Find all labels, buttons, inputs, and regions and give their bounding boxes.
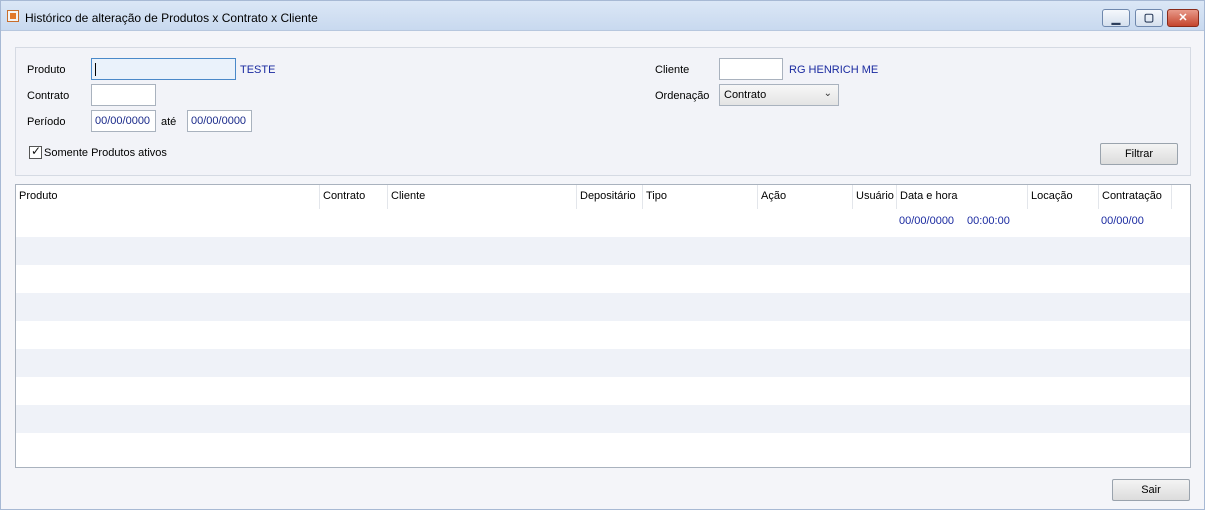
empty-row [16, 321, 1190, 349]
contrato-label: Contrato [27, 90, 70, 102]
chevron-down-icon: ⌄ [823, 88, 832, 99]
row-contratacao: 00/00/00 [1101, 215, 1144, 227]
history-window: Histórico de alteração de Produtos x Con… [0, 0, 1205, 510]
grid-header: Produto Contrato Cliente Depositário Tip… [16, 185, 1190, 209]
periodo-label: Período [27, 116, 66, 128]
empty-row [16, 405, 1190, 433]
window-title: Histórico de alteração de Produtos x Con… [25, 11, 318, 25]
empty-row [16, 377, 1190, 405]
maximize-icon: ▢ [1143, 12, 1155, 24]
empty-row [16, 433, 1190, 461]
produto-label: Produto [27, 64, 66, 76]
cliente-input[interactable] [719, 58, 783, 80]
col-contratacao[interactable]: Contratação [1099, 185, 1172, 209]
app-icon [7, 10, 19, 22]
sair-button[interactable]: Sair [1112, 479, 1190, 501]
col-data-hora[interactable]: Data e hora [897, 185, 1028, 209]
col-cliente[interactable]: Cliente [388, 185, 577, 209]
ordenacao-value: Contrato [724, 89, 767, 101]
minimize-icon: ▁ [1111, 13, 1121, 25]
periodo-to-input[interactable]: 00/00/0000 [187, 110, 252, 132]
title-bar[interactable]: Histórico de alteração de Produtos x Con… [1, 1, 1204, 31]
maximize-button[interactable]: ▢ [1135, 9, 1163, 27]
row-hora: 00:00:00 [967, 215, 1010, 227]
empty-row [16, 293, 1190, 321]
close-button[interactable]: ✕ [1167, 9, 1199, 27]
ordenacao-label: Ordenação [655, 90, 710, 102]
minimize-button[interactable]: ▁ [1102, 9, 1130, 27]
produto-input[interactable] [91, 58, 236, 80]
ordenacao-select[interactable]: Contrato ⌄ [719, 84, 839, 106]
row-data: 00/00/0000 [899, 215, 955, 227]
table-row[interactable]: 00/00/0000 00:00:00 00/00/00 [16, 209, 1190, 237]
periodo-ate-label: até [161, 116, 177, 128]
somente-ativos-checkbox[interactable]: ✓ [29, 144, 42, 159]
filter-panel: Produto TESTE Contrato Período 00/00/000… [15, 47, 1191, 176]
produto-description: TESTE [240, 64, 276, 76]
periodo-from-input[interactable]: 00/00/0000 [91, 110, 156, 132]
somente-ativos-label[interactable]: Somente Produtos ativos [44, 147, 167, 159]
cliente-description: RG HENRICH ME [789, 64, 879, 76]
col-acao[interactable]: Ação [758, 185, 853, 209]
empty-row [16, 265, 1190, 293]
col-depositario[interactable]: Depositário [577, 185, 643, 209]
cliente-label: Cliente [655, 64, 690, 76]
col-produto[interactable]: Produto [16, 185, 320, 209]
empty-row [16, 237, 1190, 265]
col-contrato[interactable]: Contrato [320, 185, 388, 209]
filtrar-button[interactable]: Filtrar [1100, 143, 1178, 165]
col-usuario[interactable]: Usuário [853, 185, 897, 209]
empty-row [16, 349, 1190, 377]
check-icon: ✓ [31, 144, 42, 158]
col-locacao[interactable]: Locação [1028, 185, 1099, 209]
history-grid[interactable]: Produto Contrato Cliente Depositário Tip… [15, 184, 1191, 468]
col-tipo[interactable]: Tipo [643, 185, 758, 209]
contrato-input[interactable] [91, 84, 156, 106]
close-icon: ✕ [1178, 12, 1188, 24]
